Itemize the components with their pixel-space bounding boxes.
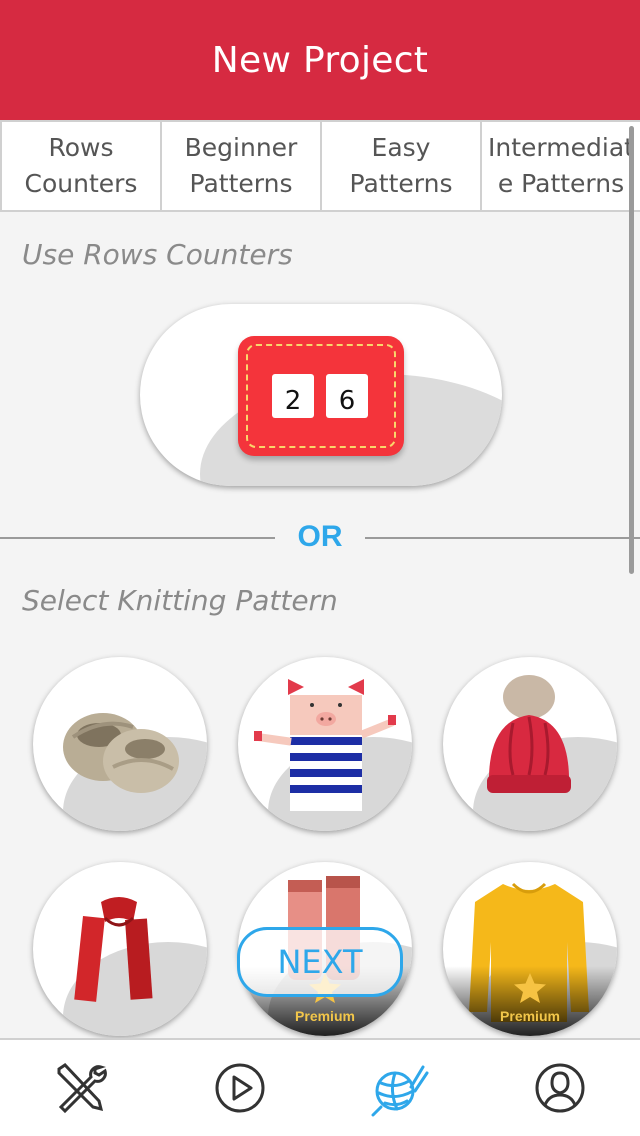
scrollbar[interactable]: [629, 126, 634, 574]
tab-rows-counters[interactable]: Rows Counters: [0, 122, 162, 210]
star-icon: [514, 973, 546, 1003]
pattern-booties[interactable]: [33, 657, 207, 831]
category-tabs: Rows Counters Beginner Patterns Easy Pat…: [0, 120, 640, 212]
or-divider: OR: [0, 520, 640, 560]
divider-line-right: [365, 537, 640, 539]
tab-intermediate-patterns[interactable]: Intermediat e Patterns: [482, 122, 640, 210]
counter-digit-tens: 2: [272, 374, 314, 418]
premium-badge: Premium: [295, 1008, 355, 1024]
bottom-navigation: [0, 1038, 640, 1136]
pattern-scarf[interactable]: [33, 862, 207, 1036]
nav-profile[interactable]: [480, 1040, 640, 1136]
pattern-sweater[interactable]: Premium: [443, 862, 617, 1036]
play-icon: [215, 1063, 265, 1113]
tools-icon: [57, 1063, 107, 1114]
next-button[interactable]: NEXT: [237, 927, 403, 997]
pig-puppet-icon: [254, 679, 396, 811]
profile-icon: [535, 1063, 585, 1113]
pattern-pig-puppet[interactable]: [238, 657, 412, 831]
booties-icon: [63, 713, 179, 793]
yarn-icon: [371, 1065, 429, 1117]
app-header: New Project: [0, 0, 640, 120]
rows-counter-section-label: Use Rows Counters: [22, 238, 293, 271]
divider-line-left: [0, 537, 275, 539]
scarf-icon: [74, 897, 153, 1002]
tab-beginner-patterns[interactable]: Beginner Patterns: [162, 122, 322, 210]
premium-badge: Premium: [500, 1008, 560, 1024]
or-label: OR: [297, 520, 343, 553]
nav-play[interactable]: [160, 1040, 320, 1136]
pattern-pom-pom-hat[interactable]: [443, 657, 617, 831]
counter-digit-ones: 6: [326, 374, 368, 418]
nav-projects[interactable]: [320, 1040, 480, 1136]
hat-icon: [487, 675, 571, 793]
nav-tools[interactable]: [0, 1040, 160, 1136]
tab-easy-patterns[interactable]: Easy Patterns: [322, 122, 482, 210]
pattern-section-label: Select Knitting Pattern: [22, 584, 338, 617]
stitch-border: [246, 344, 396, 448]
row-counter-icon[interactable]: 2 6: [238, 336, 404, 456]
page-title: New Project: [211, 39, 429, 81]
